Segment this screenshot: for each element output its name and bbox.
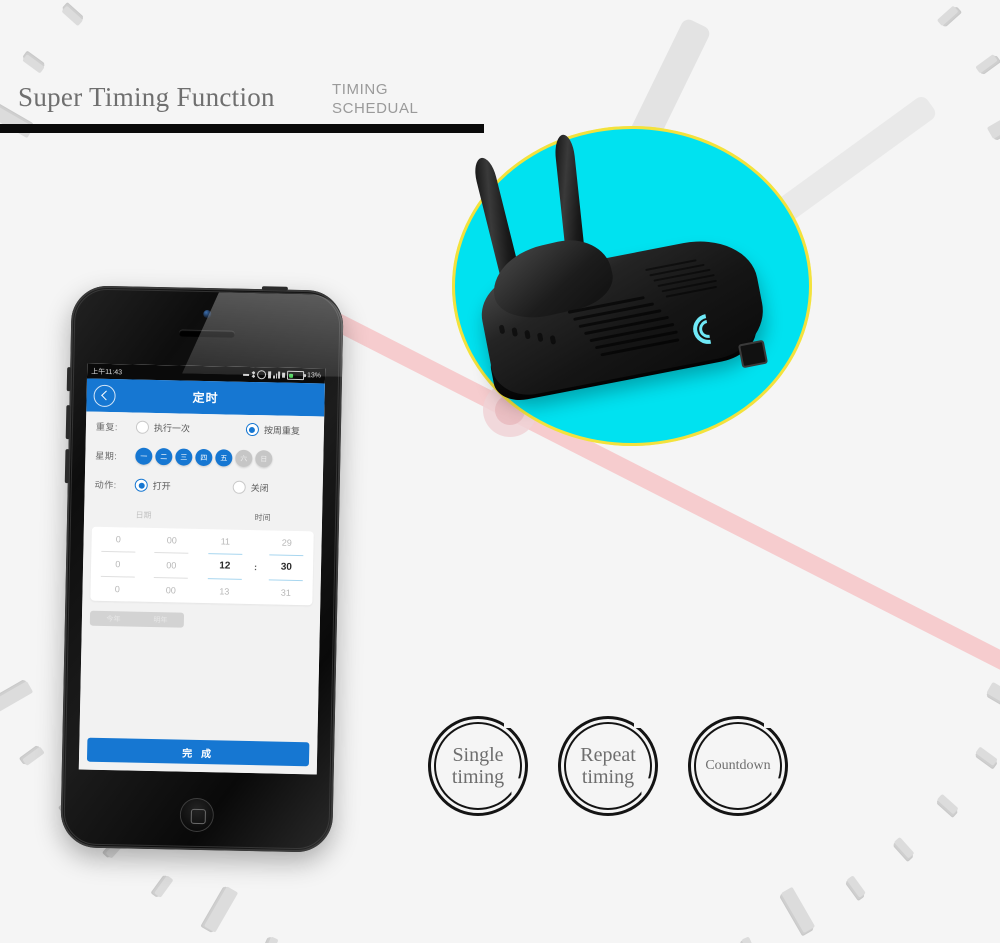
feature-label: Single timing xyxy=(428,716,528,816)
weekday-chip[interactable]: 四 xyxy=(195,448,213,467)
picker-value-prev: 29 xyxy=(281,537,292,548)
picker-value-prev: 00 xyxy=(166,535,177,546)
smartphone-mockup: 上午11:43 13% 定时 重复: 执行一次 按周重复 星期: 一 二 三 四… xyxy=(60,285,344,853)
picker-colon: : xyxy=(251,562,259,572)
picker-value-next: 31 xyxy=(280,587,291,598)
picker-value-current: 30 xyxy=(280,561,292,573)
picker-column-minute[interactable]: 29 30 31 xyxy=(259,530,314,605)
home-square-icon xyxy=(190,808,206,824)
picker-value-current: 12 xyxy=(219,560,231,572)
battery-icon xyxy=(286,370,305,381)
picker-value-prev: 11 xyxy=(220,536,231,547)
action-row: 动作: 打开 关闭 xyxy=(84,470,323,504)
feature-label: Repeat timing xyxy=(558,716,658,816)
picker-column-date2[interactable]: 00 00 00 xyxy=(144,528,199,603)
page-subtitle-line2: SCHEDUAL xyxy=(332,100,419,117)
promo-banner: Super Timing Function TIMING SCHEDUAL 上午… xyxy=(0,0,1000,943)
timer-form: 重复: 执行一次 按周重复 星期: 一二三四五六日 动作: 打开 关闭 日期 时… xyxy=(78,411,325,775)
clock-second-hand xyxy=(505,401,1000,709)
weekday-chip[interactable]: 三 xyxy=(175,448,193,466)
action-option-off-label: 关闭 xyxy=(250,483,269,494)
action-option-off[interactable]: 关闭 xyxy=(232,480,269,495)
radio-icon xyxy=(232,480,246,494)
action-option-on-label: 打开 xyxy=(152,480,171,492)
repeat-option-once-label: 执行一次 xyxy=(153,422,191,434)
repeat-option-weekly[interactable]: 按周重复 xyxy=(245,422,301,437)
picker-value-next: 13 xyxy=(219,586,230,597)
app-bar: 定时 xyxy=(86,378,325,417)
action-label: 动作: xyxy=(94,479,117,491)
feature-label-line1: Repeat xyxy=(580,743,636,766)
radio-icon xyxy=(245,422,260,437)
vibrate-icon xyxy=(268,371,272,379)
status-bar-time: 上午11:43 xyxy=(91,368,123,376)
feature-label-text: Countdown xyxy=(688,716,788,816)
repeat-option-weekly-label: 按周重复 xyxy=(263,425,301,437)
feature-label-line1: Countdown xyxy=(705,758,771,774)
phone-power-button[interactable] xyxy=(261,286,288,291)
weekday-chip[interactable]: 五 xyxy=(215,449,233,467)
phone-screen: 上午11:43 13% 定时 重复: 执行一次 按周重复 星期: 一 二 三 四… xyxy=(78,363,326,775)
router-usb-port xyxy=(737,339,769,369)
picker-column-hour[interactable]: 11 12 13 xyxy=(197,529,252,604)
phone-volume-up-button[interactable] xyxy=(65,405,71,440)
repeat-label: 重复: xyxy=(95,421,119,433)
repeat-option-once[interactable]: 执行一次 xyxy=(135,420,191,435)
status-bar-icons: 13% xyxy=(243,370,321,381)
bluetooth-icon xyxy=(251,371,255,378)
phone-volume-down-button[interactable] xyxy=(64,449,70,484)
feature-label-text: Single timing xyxy=(428,716,528,816)
banner-header: Super Timing Function TIMING SCHEDUAL xyxy=(0,0,1000,140)
picker-colon-label: : xyxy=(253,562,258,573)
weekday-selector[interactable]: 一二三四五六日 xyxy=(135,447,273,468)
weekday-chip[interactable]: 六 xyxy=(235,449,253,468)
feature-label-line1: Single xyxy=(452,743,504,766)
action-option-on[interactable]: 打开 xyxy=(134,478,171,493)
year-tab-next[interactable]: 明年 xyxy=(137,614,184,625)
radio-icon xyxy=(134,478,148,492)
weekday-label: 星期: xyxy=(95,450,118,462)
page-title: Super Timing Function xyxy=(18,82,275,112)
page-subtitle: TIMING SCHEDUAL xyxy=(332,80,419,118)
title-underline-rule xyxy=(0,124,484,133)
weekday-chip[interactable]: 一 xyxy=(135,447,153,465)
tab-time[interactable]: 时间 xyxy=(203,511,322,524)
feature-label: Countdown xyxy=(688,716,788,816)
weekday-chip[interactable]: 日 xyxy=(255,450,273,468)
picker-value-next: 00 xyxy=(165,585,176,596)
page-subtitle-line1: TIMING xyxy=(332,81,389,98)
wifi-icon xyxy=(273,371,281,379)
feature-label-text: Repeat timing xyxy=(558,716,658,816)
weekday-chip[interactable]: 二 xyxy=(155,448,173,466)
picker-column-date1[interactable]: 0 0 0 xyxy=(90,527,145,602)
picker-value-current: 00 xyxy=(166,560,177,571)
sync-icon xyxy=(282,372,286,378)
picker-value-current: 0 xyxy=(115,559,121,570)
picker-tabs: 日期 时间 xyxy=(84,503,322,530)
feature-label-line2: timing xyxy=(451,766,505,788)
wifi-icon xyxy=(687,307,729,350)
picker-value-next: 0 xyxy=(114,584,120,595)
router-product-image xyxy=(452,126,812,446)
radio-icon xyxy=(135,420,150,434)
feature-label-group: Single timing Repeat timing Countdown xyxy=(428,716,808,836)
earpiece-speaker xyxy=(178,329,235,338)
phone-mute-switch[interactable] xyxy=(66,367,72,392)
alarm-icon xyxy=(257,370,267,380)
year-tabs[interactable]: 今年 明年 xyxy=(89,610,185,628)
picker-value-prev: 0 xyxy=(115,534,121,545)
feature-label-line2: timing xyxy=(581,766,635,788)
done-button-wrap: 完 成 xyxy=(79,737,317,767)
battery-percent-label: 13% xyxy=(306,372,322,380)
app-bar-title: 定时 xyxy=(192,390,219,406)
tab-date[interactable]: 日期 xyxy=(84,508,203,521)
signal-icon xyxy=(243,373,250,376)
done-button[interactable]: 完 成 xyxy=(86,737,310,767)
back-chevron-icon[interactable] xyxy=(93,384,116,407)
year-tab-current[interactable]: 今年 xyxy=(90,613,137,624)
datetime-picker[interactable]: 0 0 0 00 00 00 11 12 13: 29 30 31 xyxy=(90,526,314,606)
